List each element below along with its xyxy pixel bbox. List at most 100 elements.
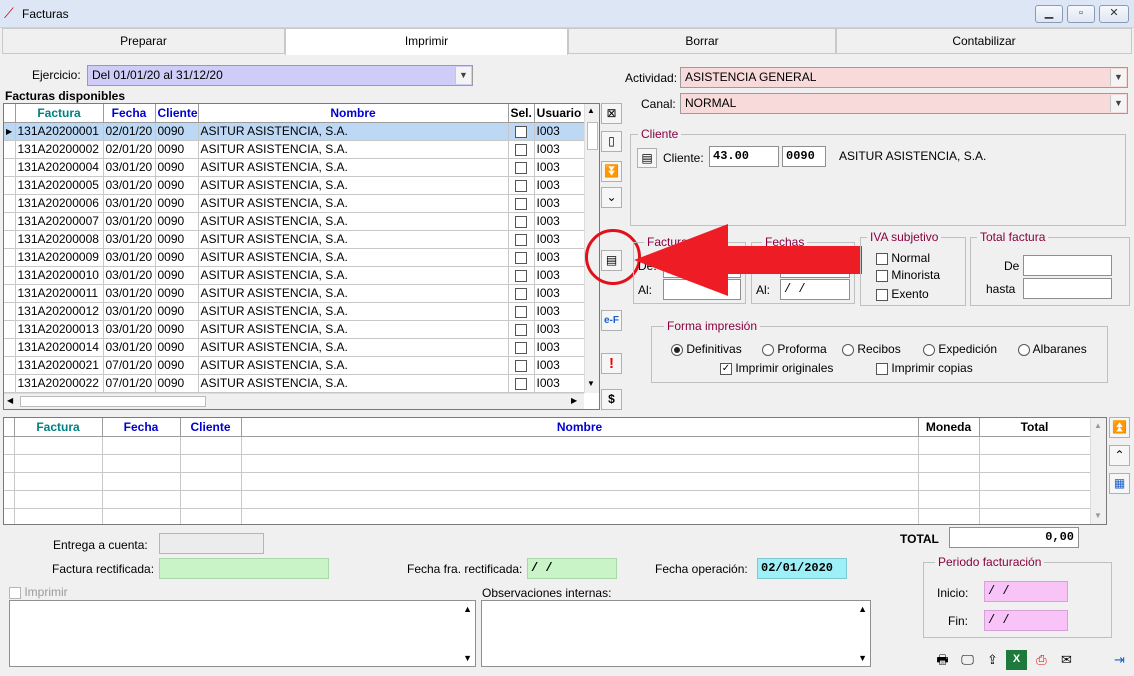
sel-cell[interactable]	[508, 140, 535, 159]
iva-minorista-option[interactable]: Minorista	[876, 268, 940, 282]
alert-button[interactable]: !	[601, 353, 622, 374]
sel-cell[interactable]	[508, 356, 535, 375]
checkbox[interactable]	[515, 377, 527, 390]
cliente-code-field[interactable]: 43.00	[709, 146, 779, 167]
imprimir-copias-option[interactable]: Imprimir copias	[876, 361, 973, 375]
table-row[interactable]: 131A20200006 03/01/20 0090 ASITUR ASISTENCI…	[4, 194, 585, 213]
sel-cell[interactable]	[508, 302, 535, 321]
pdf-icon[interactable]: ⎙	[1031, 650, 1052, 670]
table-row[interactable]: 131A20200011 03/01/20 0090 ASITUR ASISTENCI…	[4, 284, 585, 303]
checkbox[interactable]	[515, 215, 527, 228]
exit-door-icon[interactable]: ⇥	[1109, 650, 1130, 670]
scroll-down-icon[interactable]: ▼	[463, 653, 472, 663]
sel-cell[interactable]	[508, 194, 535, 213]
facturas-seleccionadas-grid[interactable]: Factura Fecha Cliente Nombre Moneda Tota…	[3, 417, 1107, 525]
sel-cell[interactable]	[508, 248, 535, 267]
sel-cell[interactable]	[508, 284, 535, 303]
radio-proforma[interactable]: Proforma	[762, 342, 827, 356]
table-row[interactable]	[4, 508, 1091, 524]
maximize-button[interactable]: ▫	[1067, 5, 1095, 23]
table-row[interactable]: 131A20200013 03/01/20 0090 ASITUR ASISTENCI…	[4, 320, 585, 339]
email-icon[interactable]: ✉	[1056, 650, 1077, 670]
radio-recibos[interactable]: Recibos	[842, 342, 901, 356]
currency-button[interactable]: $	[601, 389, 622, 410]
checkbox[interactable]	[876, 288, 888, 301]
checkbox[interactable]	[515, 125, 527, 138]
sel-cell[interactable]	[508, 320, 535, 339]
table-row[interactable]	[4, 436, 1091, 455]
table-row[interactable]: 131A20200005 03/01/20 0090 ASITUR ASISTENCI…	[4, 176, 585, 195]
facturas-disponibles-grid[interactable]: Factura Fecha Cliente Nombre Sel. Usuari…	[3, 103, 600, 410]
radio-definitivas[interactable]: Definitivas	[671, 342, 742, 356]
checkbox[interactable]	[515, 323, 527, 336]
scroll-thumb[interactable]	[587, 122, 598, 150]
select-all-icon[interactable]: ⊠	[601, 103, 622, 124]
total-hasta-field[interactable]	[1023, 278, 1112, 299]
scroll-up-icon[interactable]: ▲	[1094, 421, 1102, 430]
checked-checkbox[interactable]: ✓	[720, 362, 732, 375]
table-row[interactable]: 131A20200021 07/01/20 0090 ASITUR ASISTENCI…	[4, 356, 585, 375]
tab-contabilizar[interactable]: Contabilizar	[836, 28, 1132, 54]
checkbox[interactable]	[515, 269, 527, 282]
table-row[interactable]: 131A20200010 03/01/20 0090 ASITUR ASISTENCI…	[4, 266, 585, 285]
lower-grid-scrollbar[interactable]: ▲ ▼	[1090, 418, 1106, 524]
efactura-button[interactable]: e-F	[601, 310, 622, 331]
total-de-field[interactable]	[1023, 255, 1112, 276]
tab-imprimir[interactable]: Imprimir	[285, 28, 568, 55]
sel-cell[interactable]	[508, 230, 535, 249]
h-scroll-thumb[interactable]	[20, 396, 206, 407]
move-all-up-icon[interactable]: ⏫	[1109, 417, 1130, 438]
radio-button[interactable]	[1018, 343, 1030, 356]
fin-field[interactable]: / /	[984, 610, 1068, 631]
radio-button[interactable]	[842, 343, 854, 356]
printer-icon[interactable]: 🖶	[932, 650, 953, 670]
checkbox[interactable]	[515, 305, 527, 318]
table-row[interactable]: 131A20200004 03/01/20 0090 ASITUR ASISTENCI…	[4, 158, 585, 177]
checkbox[interactable]	[515, 287, 527, 300]
factura-rectificada-field[interactable]	[159, 558, 329, 579]
checkbox[interactable]	[515, 359, 527, 372]
table-row[interactable]: 131A20200009 03/01/20 0090 ASITUR ASISTENCI…	[4, 248, 585, 267]
col-usuario-header[interactable]: Usuario	[534, 104, 585, 123]
checkbox[interactable]	[515, 251, 527, 264]
fecha-operacion-field[interactable]: 02/01/2020	[757, 558, 847, 579]
table-row[interactable]: 131A20200008 03/01/20 0090 ASITUR ASISTENCI…	[4, 230, 585, 249]
export-icon[interactable]: ⇪	[982, 650, 1003, 670]
move-up-icon[interactable]: ⌃	[1109, 445, 1130, 466]
checkbox[interactable]	[515, 341, 527, 354]
checkbox[interactable]	[515, 161, 527, 174]
col-factura-header[interactable]: Factura	[14, 418, 103, 437]
radio-button[interactable]	[671, 343, 683, 356]
sel-cell[interactable]	[508, 176, 535, 195]
sel-cell[interactable]	[508, 374, 535, 393]
screen-preview-icon[interactable]: 🖵	[957, 650, 978, 670]
col-total-header[interactable]: Total	[979, 418, 1091, 437]
scroll-up-icon[interactable]: ▲	[858, 604, 867, 614]
scroll-down-icon[interactable]: ▼	[587, 379, 595, 388]
table-row[interactable]: 131A20200012 03/01/20 0090 ASITUR ASISTENCI…	[4, 302, 585, 321]
excel-icon[interactable]: X	[1006, 650, 1027, 670]
radio-button[interactable]	[923, 343, 935, 356]
col-nombre-header[interactable]: Nombre	[198, 104, 509, 123]
scroll-down-icon[interactable]: ▼	[858, 653, 867, 663]
inicio-field[interactable]: / /	[984, 581, 1068, 602]
scroll-left-icon[interactable]: ◀	[7, 396, 13, 405]
fecha-fra-rectificada-field[interactable]: / /	[527, 558, 617, 579]
table-row[interactable]: 131A20200022 07/01/20 0090 ASITUR ASISTENCI…	[4, 374, 585, 393]
entrega-cuenta-field[interactable]	[159, 533, 264, 554]
col-sel-header[interactable]: Sel.	[508, 104, 535, 123]
move-all-down-icon[interactable]: ⏬	[601, 161, 622, 182]
actividad-combo[interactable]: ASISTENCIA GENERAL ▼	[680, 67, 1128, 88]
col-nombre-header[interactable]: Nombre	[241, 418, 919, 437]
iva-exento-option[interactable]: Exento	[876, 287, 929, 301]
cliente-subcode-field[interactable]: 0090	[782, 146, 826, 167]
scroll-up-icon[interactable]: ▲	[587, 106, 595, 115]
table-row[interactable]: ▶ 131A20200001 02/01/20 0090 ASITUR ASISTENC…	[4, 122, 585, 141]
checkbox[interactable]	[876, 362, 888, 375]
checkbox[interactable]	[876, 269, 888, 282]
table-row[interactable]: 131A20200007 03/01/20 0090 ASITUR ASISTENCI…	[4, 212, 585, 231]
chevron-down-icon[interactable]: ▼	[455, 67, 471, 84]
iva-normal-option[interactable]: Normal	[876, 251, 930, 265]
table-row[interactable]: 131A20200002 02/01/20 0090 ASITUR ASISTENCI…	[4, 140, 585, 159]
col-cliente-header[interactable]: Cliente	[180, 418, 242, 437]
